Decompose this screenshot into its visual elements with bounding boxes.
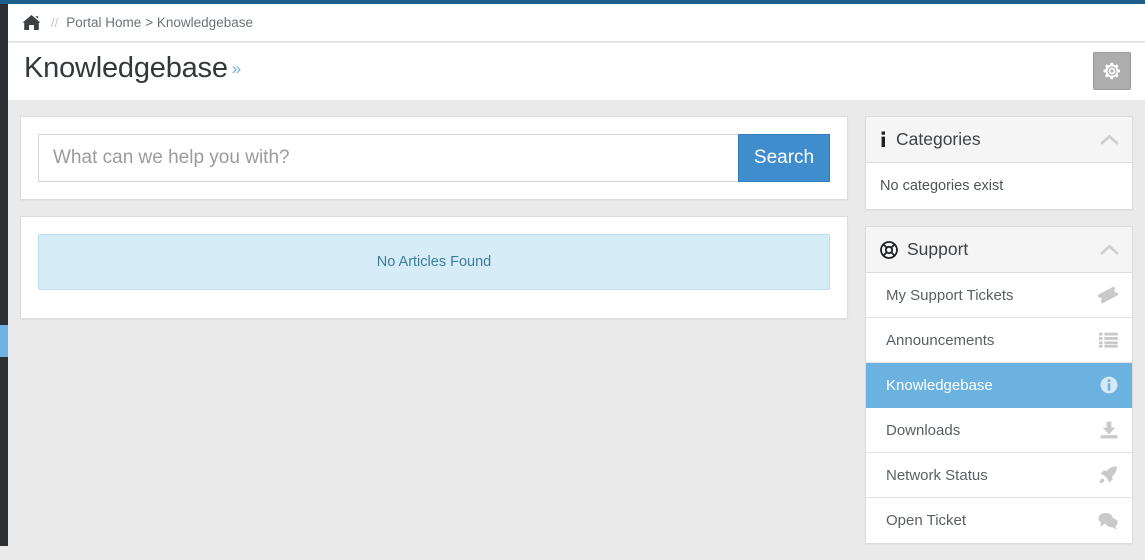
left-rail — [0, 0, 8, 546]
page-header: Knowledgebase» — [8, 43, 1145, 100]
sidebar-item-network-status[interactable]: Network Status — [866, 453, 1132, 498]
home-icon[interactable] — [22, 14, 41, 31]
life-ring-icon — [880, 240, 898, 259]
sidebar-panel-categories-header: Categories — [866, 117, 1132, 163]
breadcrumb: // Portal Home > Knowledgebase — [8, 4, 1145, 42]
sidebar-item-my-support-tickets[interactable]: My Support Tickets — [866, 273, 1132, 318]
sidebar-item-label: Knowledgebase — [886, 376, 993, 394]
main-column: Search No Articles Found — [20, 116, 848, 335]
body-region: Search No Articles Found Categories — [8, 100, 1145, 546]
sidebar-item-label: Announcements — [886, 331, 995, 349]
sidebar-panel-support-header: Support — [866, 227, 1132, 273]
sidebar-panel-categories: Categories No categories exist — [865, 116, 1133, 210]
sidebar-item-label: Network Status — [886, 466, 988, 484]
sidebar-item-open-ticket[interactable]: Open Ticket — [866, 498, 1132, 543]
support-menu: My Support Tickets Announcements Knowled… — [866, 273, 1132, 543]
page-title-text: Knowledgebase — [24, 52, 228, 84]
sidebar-item-downloads[interactable]: Downloads — [866, 408, 1132, 453]
search-button[interactable]: Search — [738, 134, 830, 182]
sidebar-panel-categories-title: Categories — [896, 129, 981, 149]
comments-icon — [1098, 512, 1118, 530]
page-title: Knowledgebase» — [24, 52, 241, 85]
sidebar-item-label: Open Ticket — [886, 512, 967, 529]
search-form: Search — [38, 134, 830, 182]
breadcrumb-trail: > Knowledgebase — [145, 15, 253, 30]
no-articles-alert: No Articles Found — [38, 234, 830, 290]
double-chevron-right-icon: » — [231, 59, 242, 78]
sidebar-panel-support-title: Support — [907, 239, 969, 259]
search-panel: Search — [20, 116, 848, 200]
ticket-icon — [1098, 286, 1118, 304]
download-icon — [1100, 421, 1118, 439]
rocket-icon — [1099, 466, 1118, 484]
top-accent-bar — [0, 0, 1145, 4]
sidebar-item-label: My Support Tickets — [886, 286, 1014, 304]
sidebar-item-knowledgebase[interactable]: Knowledgebase — [866, 363, 1132, 408]
sidebar-panel-support: Support My Support Tickets Announcements… — [865, 226, 1133, 544]
chevron-up-icon[interactable] — [1100, 244, 1119, 256]
sidebar-item-announcements[interactable]: Announcements — [866, 318, 1132, 363]
articles-panel: No Articles Found — [20, 216, 848, 319]
breadcrumb-separator: // — [51, 15, 59, 30]
sidebar-item-label: Downloads — [886, 421, 961, 439]
chevron-up-icon[interactable] — [1100, 134, 1119, 146]
sidebar-column: Categories No categories exist Support M… — [865, 116, 1133, 560]
breadcrumb-link-portal-home[interactable]: Portal Home — [66, 15, 141, 30]
left-rail-active-marker — [0, 325, 8, 357]
info-circle-icon — [1100, 376, 1118, 394]
gear-icon — [1103, 62, 1120, 80]
info-i-icon — [880, 131, 887, 148]
search-input[interactable] — [38, 134, 738, 182]
list-icon — [1099, 332, 1118, 348]
categories-empty-text: No categories exist — [880, 178, 1004, 194]
settings-button[interactable] — [1093, 52, 1131, 90]
